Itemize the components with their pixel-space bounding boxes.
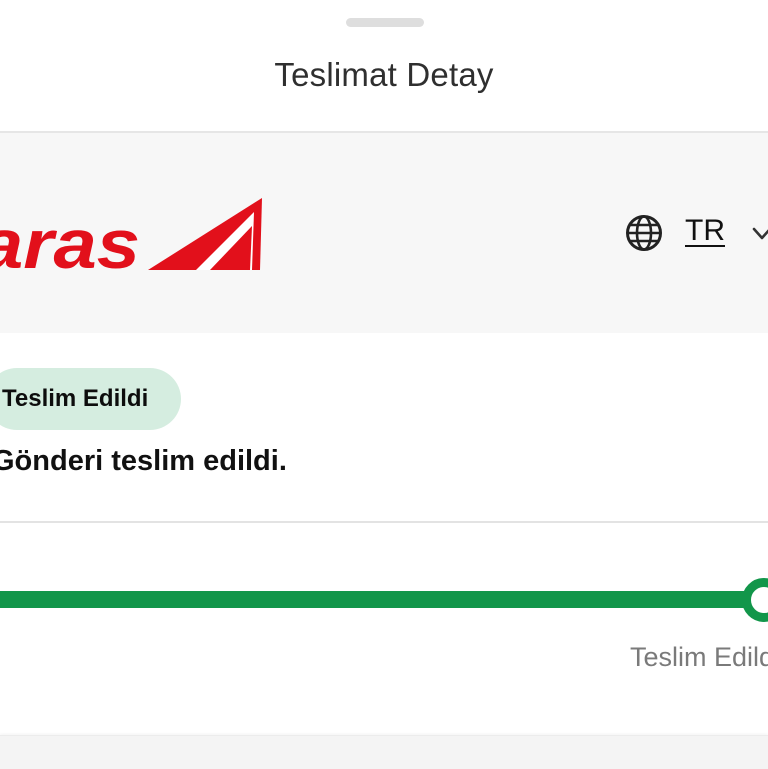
status-message: Gönderi teslim edildi.: [0, 445, 287, 477]
bottom-section-edge: [0, 735, 768, 769]
status-badge: Teslim Edildi: [0, 368, 181, 430]
svg-text:aras: aras: [0, 205, 140, 274]
sheet-grab-handle[interactable]: [346, 18, 424, 27]
delivery-progress-track: [0, 591, 760, 608]
section-divider: [0, 521, 768, 523]
chevron-down-icon[interactable]: [752, 224, 768, 244]
delivery-progress-endpoint: [742, 578, 768, 622]
progress-step-label: Teslim Edildi: [630, 642, 768, 672]
aras-logo: aras: [0, 198, 262, 274]
globe-icon[interactable]: [624, 213, 664, 253]
language-selector[interactable]: TR: [685, 214, 725, 248]
sheet-title: Teslimat Detay: [274, 56, 494, 93]
